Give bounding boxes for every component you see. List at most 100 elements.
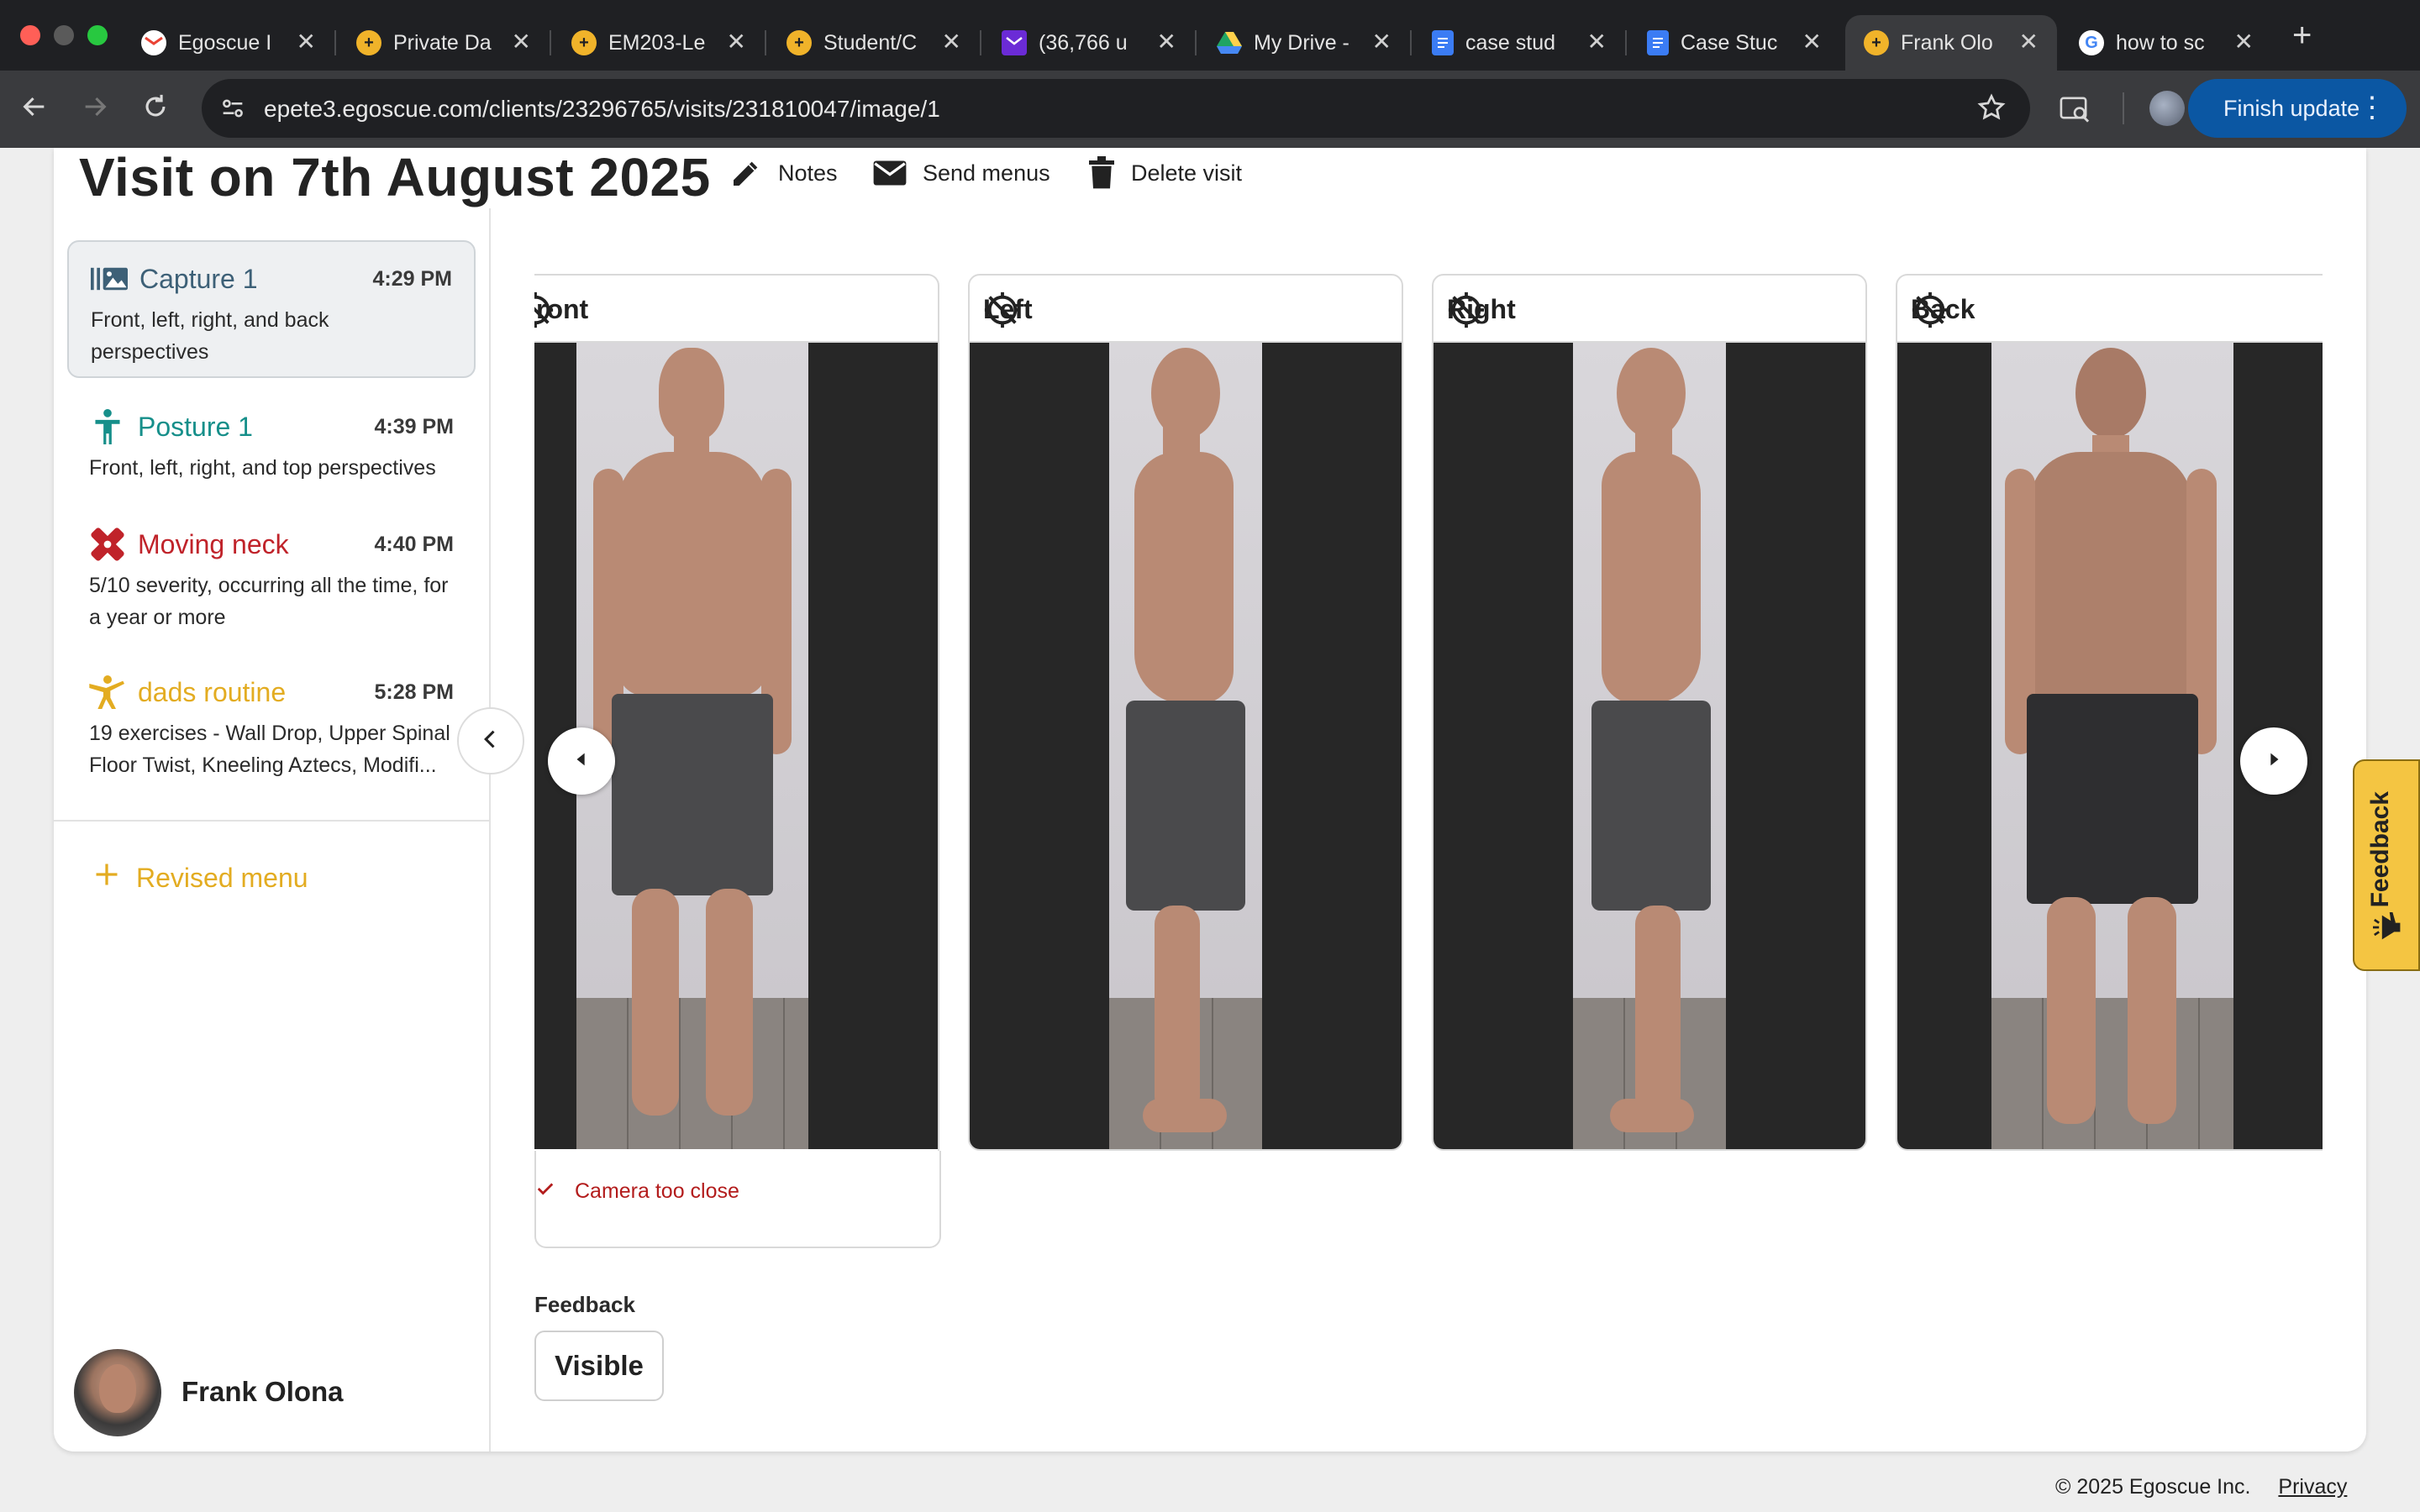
- capture-icon: [91, 262, 128, 296]
- delete-visit-label: Delete visit: [1131, 160, 1243, 186]
- sidebar-item-time: 4:40 PM: [374, 532, 454, 556]
- send-menus-button[interactable]: Send menus: [872, 155, 1050, 192]
- reload-icon[interactable]: [141, 92, 170, 128]
- sidebar-item-desc: Front, left, right, and top perspectives: [89, 456, 436, 480]
- browser-tab-active[interactable]: + Frank Olo ✕: [1845, 15, 2057, 71]
- photo-card-left[interactable]: Left: [968, 274, 1403, 1151]
- close-tab-icon[interactable]: ✕: [1157, 30, 1176, 54]
- sidebar-item-name: Moving neck: [138, 528, 289, 559]
- profile-avatar[interactable]: [2149, 91, 2185, 126]
- site-info-icon[interactable]: [218, 94, 247, 127]
- auto-detect-off-icon[interactable]: [1447, 291, 1850, 336]
- close-window-button[interactable]: [20, 25, 40, 45]
- back-icon[interactable]: [20, 92, 49, 128]
- collapse-sidebar-button[interactable]: [457, 707, 524, 774]
- close-tab-icon[interactable]: ✕: [512, 30, 531, 54]
- auto-detect-off-icon[interactable]: [1911, 291, 2312, 336]
- gmail-icon: [141, 30, 166, 55]
- tab-title: case stud: [1465, 30, 1556, 55]
- copyright-text: © 2025 Egoscue Inc.: [2055, 1475, 2251, 1499]
- check-icon: [536, 1179, 555, 1204]
- tab-title: Private Da: [393, 30, 492, 55]
- close-tab-icon[interactable]: ✕: [727, 30, 746, 54]
- google-icon: G: [2079, 30, 2104, 55]
- sidebar-item-moving-neck[interactable]: Moving neck 4:40 PM 5/10 severity, occur…: [67, 507, 476, 650]
- sidebar-item-desc: 5/10 severity, occurring all the time, f…: [89, 574, 449, 629]
- sidebar-item-time: 4:39 PM: [374, 414, 454, 438]
- tab-title: Case Stuc: [1681, 30, 1778, 55]
- sidebar-divider: [489, 208, 491, 1452]
- photo-card-right[interactable]: Right: [1432, 274, 1867, 1151]
- avatar[interactable]: [74, 1349, 161, 1436]
- egoscue-icon: +: [786, 30, 812, 55]
- forward-icon[interactable]: [81, 92, 109, 128]
- browser-tab[interactable]: + EM203-Le ✕: [553, 15, 765, 71]
- tab-divider: [1195, 30, 1197, 55]
- exercise-icon: [89, 675, 126, 709]
- trash-icon: [1087, 156, 1116, 190]
- sidebar-item-name: dads routine: [138, 676, 287, 707]
- delete-visit-button[interactable]: Delete visit: [1087, 155, 1242, 192]
- browser-tab[interactable]: + Private Da ✕: [338, 15, 550, 71]
- browser-tab[interactable]: My Drive - ✕: [1198, 15, 1410, 71]
- notes-button[interactable]: Notes: [729, 155, 838, 192]
- browser-tab[interactable]: Egoscue I ✕: [123, 15, 334, 71]
- sidebar-divider: [54, 820, 489, 822]
- close-tab-icon[interactable]: ✕: [1802, 30, 1822, 54]
- footer: © 2025 Egoscue Inc. Privacy: [2055, 1475, 2347, 1499]
- tab-divider: [550, 30, 551, 55]
- tab-title: My Drive -: [1254, 30, 1349, 55]
- left-photo: [1109, 343, 1262, 1149]
- browser-tab[interactable]: + Student/C ✕: [768, 15, 980, 71]
- minimize-window-button[interactable]: [54, 25, 74, 45]
- feedback-label: Feedback: [534, 1292, 635, 1317]
- browser-tab[interactable]: (36,766 u ✕: [983, 15, 1195, 71]
- finish-update-button[interactable]: Finish update ⋮: [2188, 79, 2407, 138]
- previous-photo-button[interactable]: [548, 727, 615, 795]
- tab-search-icon[interactable]: [2059, 94, 2091, 131]
- sidebar-item-posture[interactable]: Posture 1 4:39 PM Front, left, right, an…: [67, 390, 476, 502]
- user-name: Frank Olona: [182, 1376, 344, 1407]
- browser-tab[interactable]: G how to sc ✕: [2060, 15, 2272, 71]
- tab-title: Student/C: [823, 30, 918, 55]
- close-tab-icon[interactable]: ✕: [2019, 30, 2039, 54]
- tab-divider: [1625, 30, 1627, 55]
- auto-detect-off-icon[interactable]: [534, 291, 923, 336]
- new-tab-icon[interactable]: +: [2292, 18, 2312, 52]
- photo-card-back[interactable]: Back: [1896, 274, 2323, 1151]
- megaphone-icon: [2373, 911, 2403, 944]
- close-tab-icon[interactable]: ✕: [2234, 30, 2254, 54]
- bookmark-star-icon[interactable]: [1976, 92, 2007, 127]
- more-menu-icon[interactable]: ⋮: [2358, 91, 2386, 124]
- finish-update-label: Finish update: [2223, 95, 2360, 121]
- tab-divider: [980, 30, 981, 55]
- zoom-window-button[interactable]: [87, 25, 108, 45]
- sidebar-item-time: 4:29 PM: [372, 266, 452, 291]
- close-tab-icon[interactable]: ✕: [942, 30, 961, 54]
- sidebar-item-capture[interactable]: Capture 1 4:29 PM Front, left, right, an…: [67, 240, 476, 378]
- feedback-side-tab[interactable]: Feedback: [2353, 759, 2420, 971]
- send-menus-label: Send menus: [923, 160, 1050, 186]
- privacy-link[interactable]: Privacy: [2278, 1475, 2347, 1499]
- close-tab-icon[interactable]: ✕: [1372, 30, 1392, 54]
- envelope-icon: [872, 159, 908, 187]
- photo-card-front[interactable]: ront: [534, 274, 939, 1151]
- close-tab-icon[interactable]: ✕: [297, 30, 316, 54]
- google-docs-icon: [1647, 30, 1669, 55]
- avatar-face: [99, 1364, 136, 1413]
- visibility-toggle[interactable]: Visible: [534, 1331, 664, 1401]
- sidebar-item-dads-routine[interactable]: dads routine 5:28 PM 19 exercises - Wall…: [67, 655, 476, 798]
- auto-detect-off-icon[interactable]: [983, 291, 1386, 336]
- egoscue-icon: +: [571, 30, 597, 55]
- caret-right-icon: [2265, 750, 2283, 773]
- close-tab-icon[interactable]: ✕: [1587, 30, 1607, 54]
- next-photo-button[interactable]: [2240, 727, 2307, 795]
- browser-tab[interactable]: case stud ✕: [1413, 15, 1625, 71]
- address-bar[interactable]: epete3.egoscue.com/clients/23296765/visi…: [202, 79, 2030, 138]
- sidebar-item-name: Posture 1: [138, 411, 253, 442]
- plus-icon: [94, 862, 119, 894]
- egoscue-icon: +: [356, 30, 381, 55]
- browser-tab[interactable]: Case Stuc ✕: [1628, 15, 1840, 71]
- revised-menu-button[interactable]: Revised menu: [94, 862, 308, 894]
- tab-divider: [1410, 30, 1412, 55]
